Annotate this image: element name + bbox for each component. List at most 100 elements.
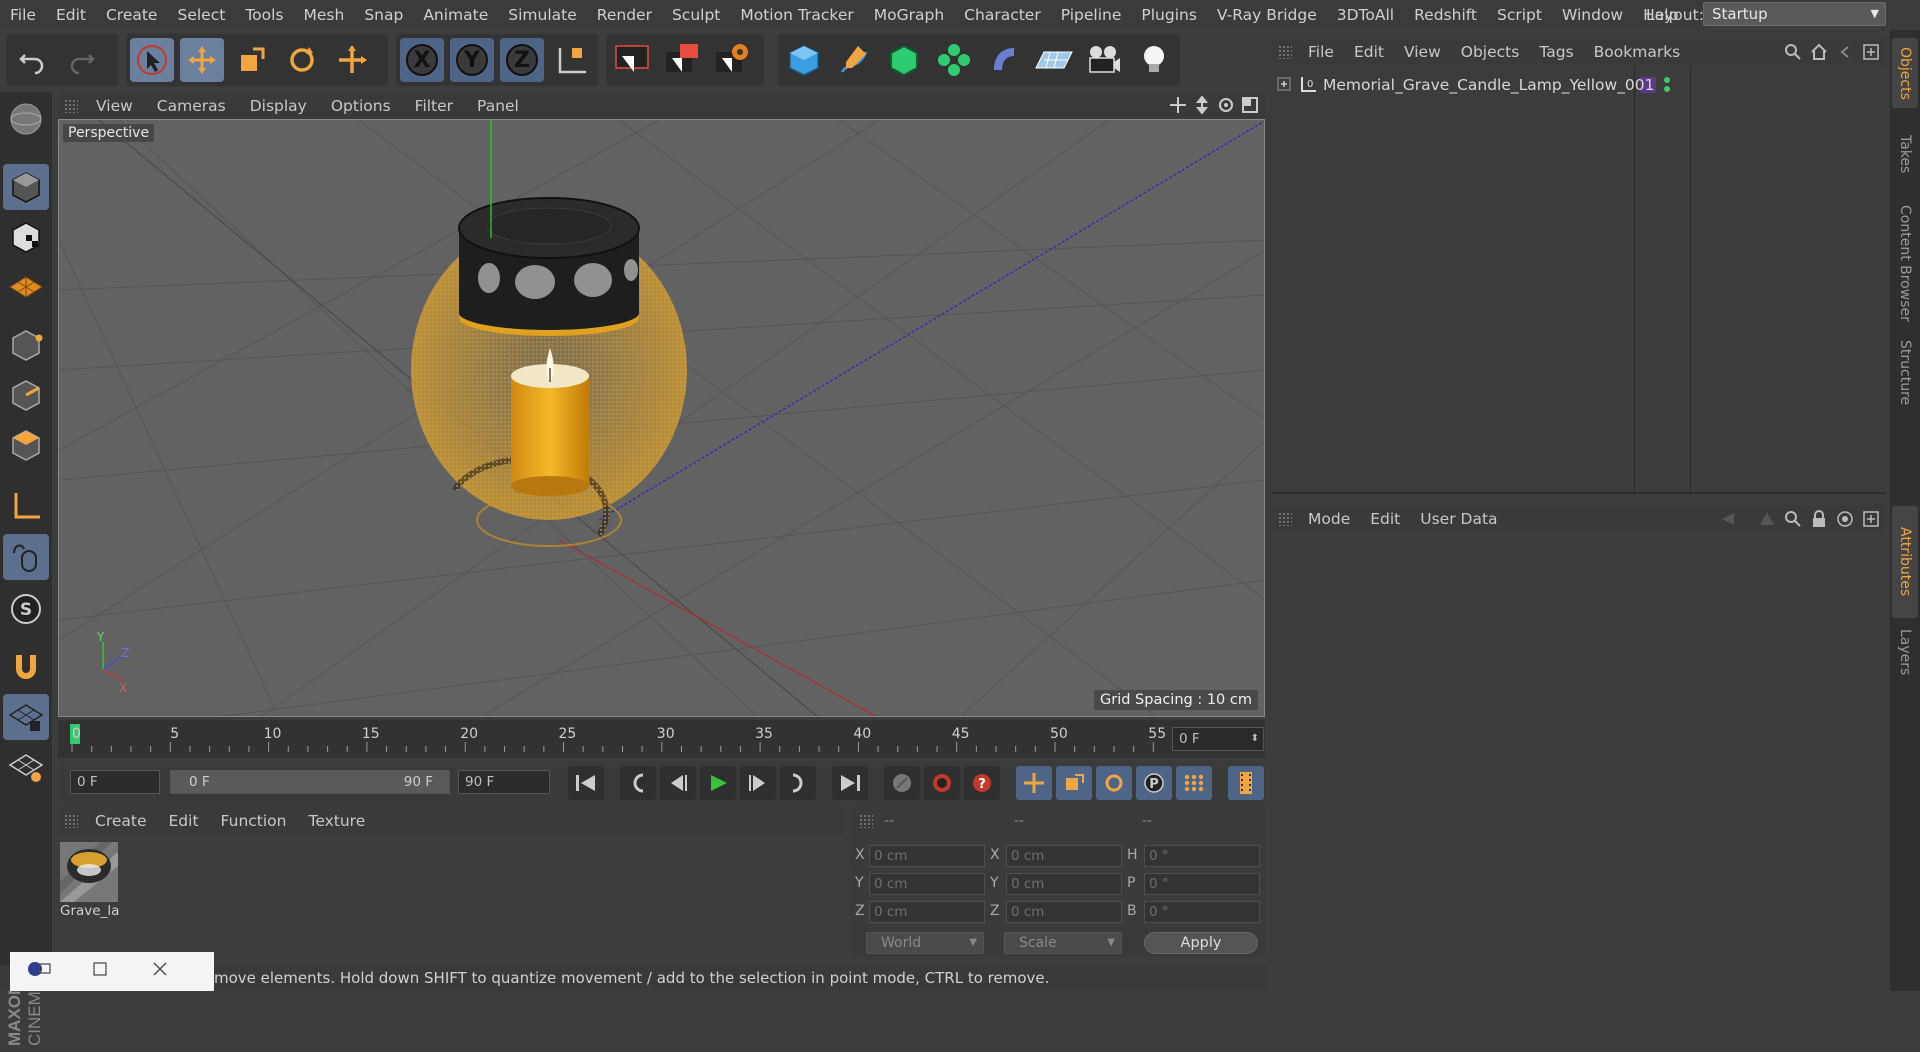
frame-range-slider[interactable]: 0 F 90 F: [170, 770, 450, 794]
material-menu-function[interactable]: Function: [210, 812, 298, 830]
model-mode-button[interactable]: [3, 164, 49, 210]
rotate-tool-button[interactable]: [280, 38, 324, 82]
panel-grip-icon[interactable]: [1278, 512, 1292, 526]
panel-grip-icon[interactable]: [64, 98, 78, 113]
x-axis-lock-button[interactable]: X: [400, 38, 444, 82]
key-scale-button[interactable]: [1056, 766, 1092, 800]
menu-vray-bridge[interactable]: V-Ray Bridge: [1207, 6, 1327, 24]
redo-button[interactable]: [60, 38, 104, 82]
scale-tool-button[interactable]: [230, 38, 274, 82]
points-mode-button[interactable]: [3, 322, 49, 368]
tab-attributes[interactable]: Attributes: [1892, 506, 1918, 618]
solo-button[interactable]: S: [3, 586, 49, 632]
attributes-menu-edit[interactable]: Edit: [1360, 510, 1410, 528]
perspective-viewport[interactable]: Y Z X Perspective Grid Spacing : 10 cm: [58, 119, 1265, 717]
menu-file[interactable]: File: [0, 6, 46, 24]
panel-grip-icon[interactable]: [859, 814, 873, 828]
size-y-field[interactable]: 0 cm: [1006, 873, 1122, 895]
object-menu-edit[interactable]: Edit: [1344, 43, 1394, 61]
attributes-menu-mode[interactable]: Mode: [1298, 510, 1360, 528]
render-settings-button[interactable]: [710, 38, 754, 82]
rot-h-field[interactable]: 0 °: [1144, 845, 1260, 867]
menu-pipeline[interactable]: Pipeline: [1051, 6, 1132, 24]
floor-button[interactable]: [1032, 38, 1076, 82]
render-picture-viewer-button[interactable]: [660, 38, 704, 82]
subdivision-button[interactable]: [882, 38, 926, 82]
menu-window[interactable]: Window: [1552, 6, 1633, 24]
play-button[interactable]: [700, 766, 736, 800]
viewport-menu-filter[interactable]: Filter: [403, 97, 465, 115]
menu-tools[interactable]: Tools: [235, 6, 293, 24]
menu-3dtoall[interactable]: 3DToAll: [1327, 6, 1404, 24]
pos-x-field[interactable]: 0 cm: [869, 845, 985, 867]
texture-mode-button[interactable]: [3, 214, 49, 260]
key-position-button[interactable]: [1016, 766, 1052, 800]
visibility-dots-icon[interactable]: [1662, 75, 1672, 99]
menu-character[interactable]: Character: [954, 6, 1051, 24]
pos-y-field[interactable]: 0 cm: [869, 873, 985, 895]
orbit-view-icon[interactable]: [1217, 96, 1235, 114]
menu-mesh[interactable]: Mesh: [294, 6, 355, 24]
tweak-mode-button[interactable]: [3, 534, 49, 580]
light-button[interactable]: [1132, 38, 1176, 82]
home-icon[interactable]: [1810, 43, 1828, 61]
viewport-menu-view[interactable]: View: [84, 97, 145, 115]
object-name[interactable]: Memorial_Grave_Candle_Lamp_Yellow_001: [1323, 76, 1655, 94]
axis-mode-button[interactable]: [3, 484, 49, 530]
menu-render[interactable]: Render: [587, 6, 662, 24]
menu-edit[interactable]: Edit: [46, 6, 96, 24]
start-frame-field[interactable]: 0 F: [70, 770, 160, 794]
current-frame-field[interactable]: 0 F ⬍: [1172, 727, 1264, 751]
material-thumbnail[interactable]: [60, 842, 118, 910]
end-frame-field[interactable]: 90 F: [458, 770, 550, 794]
cloner-button[interactable]: [932, 38, 976, 82]
expand-icon[interactable]: [1277, 77, 1291, 95]
y-axis-lock-button[interactable]: Y: [450, 38, 494, 82]
menu-select[interactable]: Select: [167, 6, 235, 24]
lock-icon[interactable]: [1810, 510, 1828, 528]
search-icon[interactable]: [1784, 43, 1802, 61]
edges-mode-button[interactable]: [3, 372, 49, 418]
size-x-field[interactable]: 0 cm: [1006, 845, 1122, 867]
key-pla-button[interactable]: [1176, 766, 1212, 800]
autokey-button[interactable]: [924, 766, 960, 800]
tab-takes[interactable]: Takes: [1892, 116, 1918, 192]
coord-mode-dropdown[interactable]: World ▼: [866, 932, 984, 954]
snap-button[interactable]: [3, 644, 49, 690]
menu-sculpt[interactable]: Sculpt: [662, 6, 730, 24]
menu-snap[interactable]: Snap: [354, 6, 413, 24]
tab-content-browser[interactable]: Content Browser: [1892, 198, 1918, 328]
menu-create[interactable]: Create: [96, 6, 168, 24]
back-icon[interactable]: [1836, 43, 1854, 61]
attributes-menu-user-data[interactable]: User Data: [1410, 510, 1507, 528]
up-arrow-icon[interactable]: [1758, 510, 1776, 528]
search-icon[interactable]: [1784, 510, 1802, 528]
live-select-button[interactable]: [330, 38, 374, 82]
cube-button[interactable]: [782, 38, 826, 82]
menu-motion-tracker[interactable]: Motion Tracker: [730, 6, 863, 24]
pos-z-field[interactable]: 0 cm: [869, 901, 985, 923]
timeline-ruler[interactable]: 051015202530354045505560657075808590: [58, 720, 1854, 758]
workplane-mode-button[interactable]: [3, 264, 49, 310]
timeline-window-button[interactable]: [1228, 766, 1264, 800]
panel-grip-icon[interactable]: [1278, 45, 1292, 59]
maximize-window-button[interactable]: [70, 959, 130, 984]
viewport-menu-panel[interactable]: Panel: [465, 97, 531, 115]
new-panel-icon[interactable]: [1862, 510, 1880, 528]
planar-workplane-button[interactable]: [3, 744, 49, 790]
object-menu-file[interactable]: File: [1298, 43, 1344, 61]
z-axis-lock-button[interactable]: Z: [500, 38, 544, 82]
material-menu-texture[interactable]: Texture: [297, 812, 376, 830]
size-mode-dropdown[interactable]: Scale ▼: [1004, 932, 1122, 954]
deformer-button[interactable]: [982, 38, 1026, 82]
close-window-button[interactable]: [130, 959, 190, 984]
menu-animate[interactable]: Animate: [413, 6, 498, 24]
object-menu-bookmarks[interactable]: Bookmarks: [1584, 43, 1691, 61]
panel-grip-icon[interactable]: [64, 814, 78, 828]
key-rotation-button[interactable]: [1096, 766, 1132, 800]
workplane-lock-button[interactable]: [3, 694, 49, 740]
target-icon[interactable]: [1836, 510, 1854, 528]
coordinate-system-button[interactable]: [550, 38, 594, 82]
goto-start-button[interactable]: [568, 766, 604, 800]
back-arrow-icon[interactable]: [1720, 510, 1750, 528]
